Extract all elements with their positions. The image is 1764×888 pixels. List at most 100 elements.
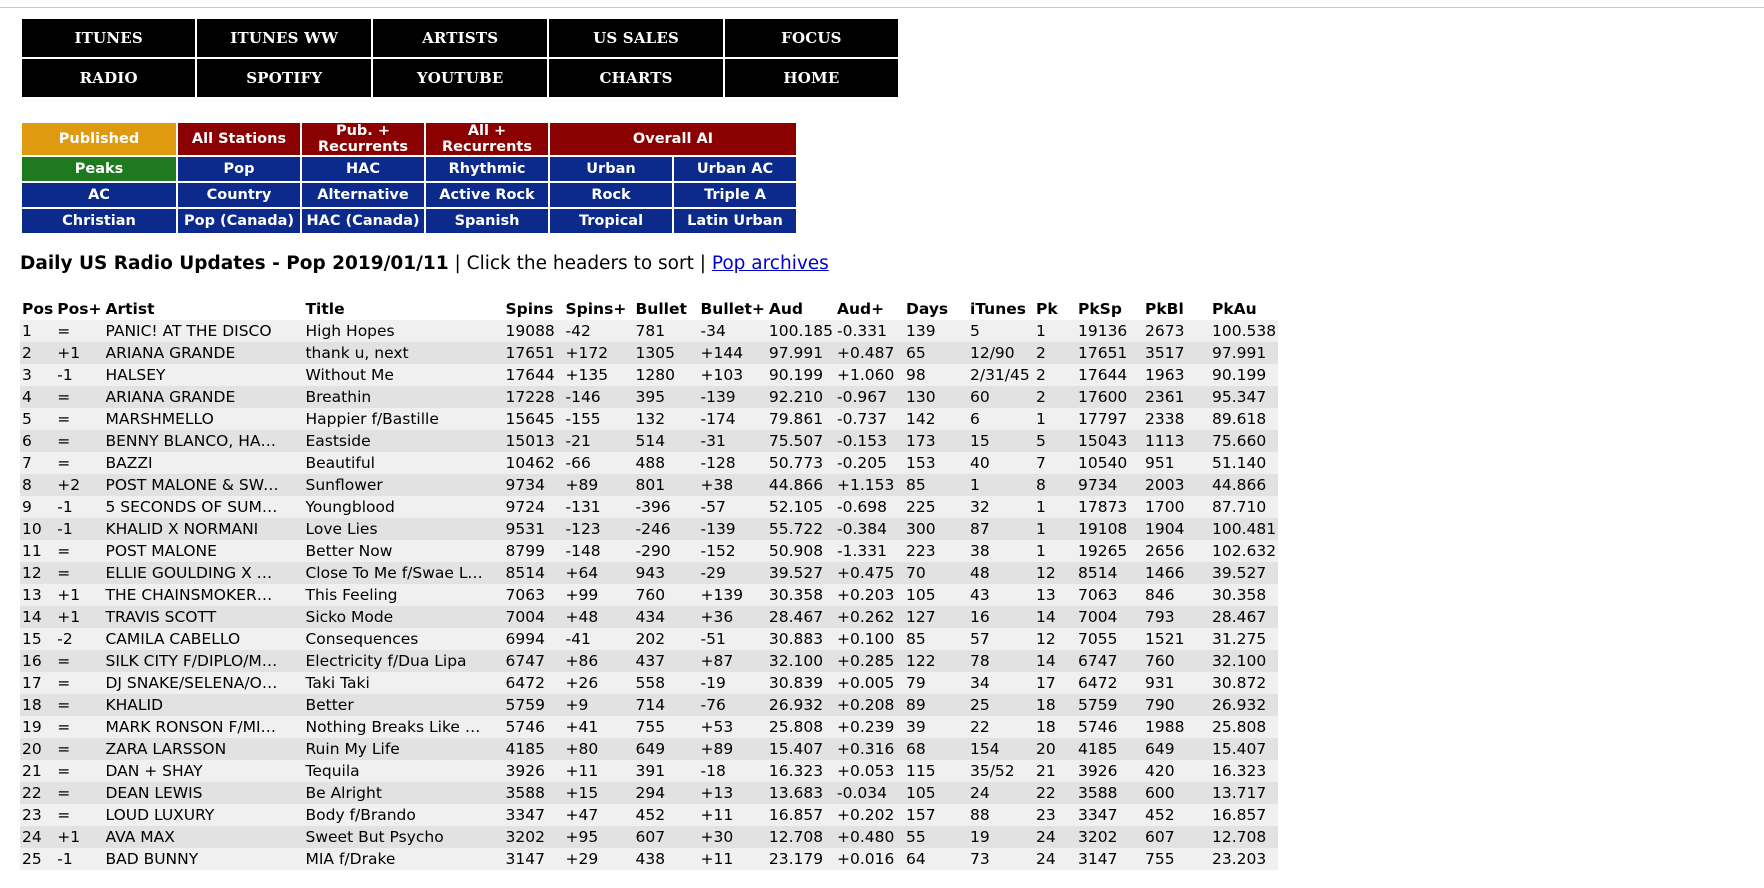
cell-peak-aud: 30.872 xyxy=(1209,672,1279,694)
station-rock[interactable]: Rock xyxy=(548,181,674,209)
station-peaks[interactable]: Peaks xyxy=(20,155,178,183)
station-rhythmic[interactable]: Rhythmic xyxy=(424,155,550,183)
cell-spins: 17651 xyxy=(503,342,564,364)
cell-aud: 32.100 xyxy=(766,650,835,672)
station-triple-a[interactable]: Triple A xyxy=(672,181,798,209)
cell-title-text: Electricity f/Dua Lipa xyxy=(305,652,467,670)
cell-aud: 44.866 xyxy=(766,474,835,496)
cell-itunes: 87 xyxy=(967,518,1034,540)
column-header-pos[interactable]: Pos xyxy=(20,298,55,320)
station-overall-ai[interactable]: Overall AI xyxy=(548,121,798,157)
cell-bullet-change: +11 xyxy=(698,804,767,826)
cell-bullet-change: -51 xyxy=(698,628,767,650)
cell-pos-change: -1 xyxy=(55,496,104,518)
cell-peak-spins: 5746 xyxy=(1075,716,1143,738)
cell-aud: 92.210 xyxy=(766,386,835,408)
column-header-days[interactable]: Days xyxy=(904,298,968,320)
cell-peak-bullet: 2656 xyxy=(1142,540,1210,562)
nav-artists[interactable]: ARTISTS xyxy=(371,17,550,59)
cell-peak: 8 xyxy=(1033,474,1076,496)
column-header-bullet[interactable]: Bullet xyxy=(633,298,698,320)
station-christian[interactable]: Christian xyxy=(20,207,178,235)
station-hac[interactable]: HAC xyxy=(300,155,426,183)
column-header-aud[interactable]: Aud xyxy=(767,298,835,320)
cell-title-text: This Feeling xyxy=(305,586,398,604)
nav-focus[interactable]: FOCUS xyxy=(722,17,901,59)
cell-aud: 30.883 xyxy=(766,628,835,650)
cell-artist-text: DJ SNAKE/SELENA/OZUNA/CARDI B xyxy=(105,674,281,692)
cell-title-text: Sunflower xyxy=(305,476,383,494)
column-header-spins-plus[interactable]: Spins+ xyxy=(563,298,633,320)
table-row: 9 -1 5 SECONDS OF SUMMER Youngblood 9724 -131… xyxy=(20,496,1279,518)
nav-youtube[interactable]: YOUTUBE xyxy=(371,57,550,99)
cell-artist: DJ SNAKE/SELENA/OZUNA/CARDI B xyxy=(103,672,304,694)
station-tropical[interactable]: Tropical xyxy=(548,207,674,235)
nav-radio[interactable]: RADIO xyxy=(19,57,198,99)
table-row: 17=DJ SNAKE/SELENA/OZUNA/CARDI BTaki Tak… xyxy=(20,672,1279,694)
station-ac[interactable]: AC xyxy=(20,181,178,209)
column-header-itunes[interactable]: iTunes xyxy=(968,298,1034,320)
station-pop-canada[interactable]: Pop (Canada) xyxy=(176,207,302,235)
cell-aud-change: -1.331 xyxy=(834,540,904,562)
cell-title-text: Eastside xyxy=(305,432,371,450)
cell-peak-spins: 17797 xyxy=(1075,408,1143,430)
nav-us-sales[interactable]: US SALES xyxy=(547,17,725,59)
cell-artist-text: DEAN LEWIS xyxy=(105,784,203,802)
column-header-spins[interactable]: Spins xyxy=(503,298,563,320)
pop-archives-link[interactable]: Pop archives xyxy=(712,253,829,274)
cell-spins: 6747 xyxy=(503,650,564,672)
cell-pos-change: +1 xyxy=(55,606,104,628)
cell-aud-change: +0.239 xyxy=(834,716,904,738)
station-urban-ac[interactable]: Urban AC xyxy=(672,155,798,183)
cell-itunes: 154 xyxy=(967,738,1034,760)
cell-days: 127 xyxy=(903,606,968,628)
nav-itunes-ww[interactable]: ITUNES WW xyxy=(195,17,374,59)
column-header-pkau[interactable]: PkAu xyxy=(1210,298,1278,320)
station-pub-recurrents[interactable]: Pub. + Recurrents xyxy=(300,121,426,157)
cell-days: 105 xyxy=(903,584,968,606)
cell-artist-text: TRAVIS SCOTT xyxy=(105,608,217,626)
station-all-recurrents[interactable]: All + Recurrents xyxy=(424,121,550,157)
station-hac-canada[interactable]: HAC (Canada) xyxy=(300,207,426,235)
station-published[interactable]: Published xyxy=(20,121,178,157)
nav-spotify[interactable]: SPOTIFY xyxy=(195,57,374,99)
station-latin-urban[interactable]: Latin Urban xyxy=(672,207,798,235)
column-header-pk[interactable]: Pk xyxy=(1034,298,1076,320)
column-header-aud-plus[interactable]: Aud+ xyxy=(835,298,904,320)
cell-aud-change: +0.316 xyxy=(834,738,904,760)
cell-artist-text: DAN + SHAY xyxy=(105,762,203,780)
station-spanish[interactable]: Spanish xyxy=(424,207,550,235)
cell-itunes: 16 xyxy=(967,606,1034,628)
cell-aud-change: -0.698 xyxy=(834,496,904,518)
cell-bullet-change: -57 xyxy=(698,496,767,518)
cell-aud: 52.105 xyxy=(766,496,835,518)
station-all-stations[interactable]: All Stations xyxy=(176,121,302,157)
column-header-bullet-plus[interactable]: Bullet+ xyxy=(698,298,766,320)
cell-artist: BAZZI xyxy=(103,452,304,474)
column-header-pksp[interactable]: PkSp xyxy=(1076,298,1143,320)
nav-home[interactable]: HOME xyxy=(722,57,901,99)
station-alternative[interactable]: Alternative xyxy=(300,181,426,209)
station-active-rock[interactable]: Active Rock xyxy=(424,181,550,209)
station-country[interactable]: Country xyxy=(176,181,302,209)
cell-pos-change: -2 xyxy=(55,628,104,650)
cell-aud-change: +0.285 xyxy=(834,650,904,672)
cell-artist: ARIANA GRANDE xyxy=(103,386,304,408)
nav-itunes[interactable]: ITUNES xyxy=(19,17,198,59)
station-pop[interactable]: Pop xyxy=(176,155,302,183)
cell-peak: 21 xyxy=(1033,760,1076,782)
column-header-pkbl[interactable]: PkBl xyxy=(1143,298,1210,320)
cell-artist: AVA MAX xyxy=(103,826,304,848)
nav-charts[interactable]: CHARTS xyxy=(547,57,725,99)
cell-artist-text: ARIANA GRANDE xyxy=(105,388,236,406)
column-header-pos-plus[interactable]: Pos+ xyxy=(55,298,103,320)
cell-pos: 16 xyxy=(20,650,56,672)
station-urban[interactable]: Urban xyxy=(548,155,674,183)
cell-title: This Feeling xyxy=(303,584,504,606)
cell-aud-change: +1.153 xyxy=(834,474,904,496)
cell-title-text: Better xyxy=(305,696,354,714)
column-header-artist[interactable]: Artist xyxy=(103,298,303,320)
cell-pos: 4 xyxy=(20,386,56,408)
column-header-title[interactable]: Title xyxy=(303,298,503,320)
cell-peak-bullet: 793 xyxy=(1142,606,1210,628)
